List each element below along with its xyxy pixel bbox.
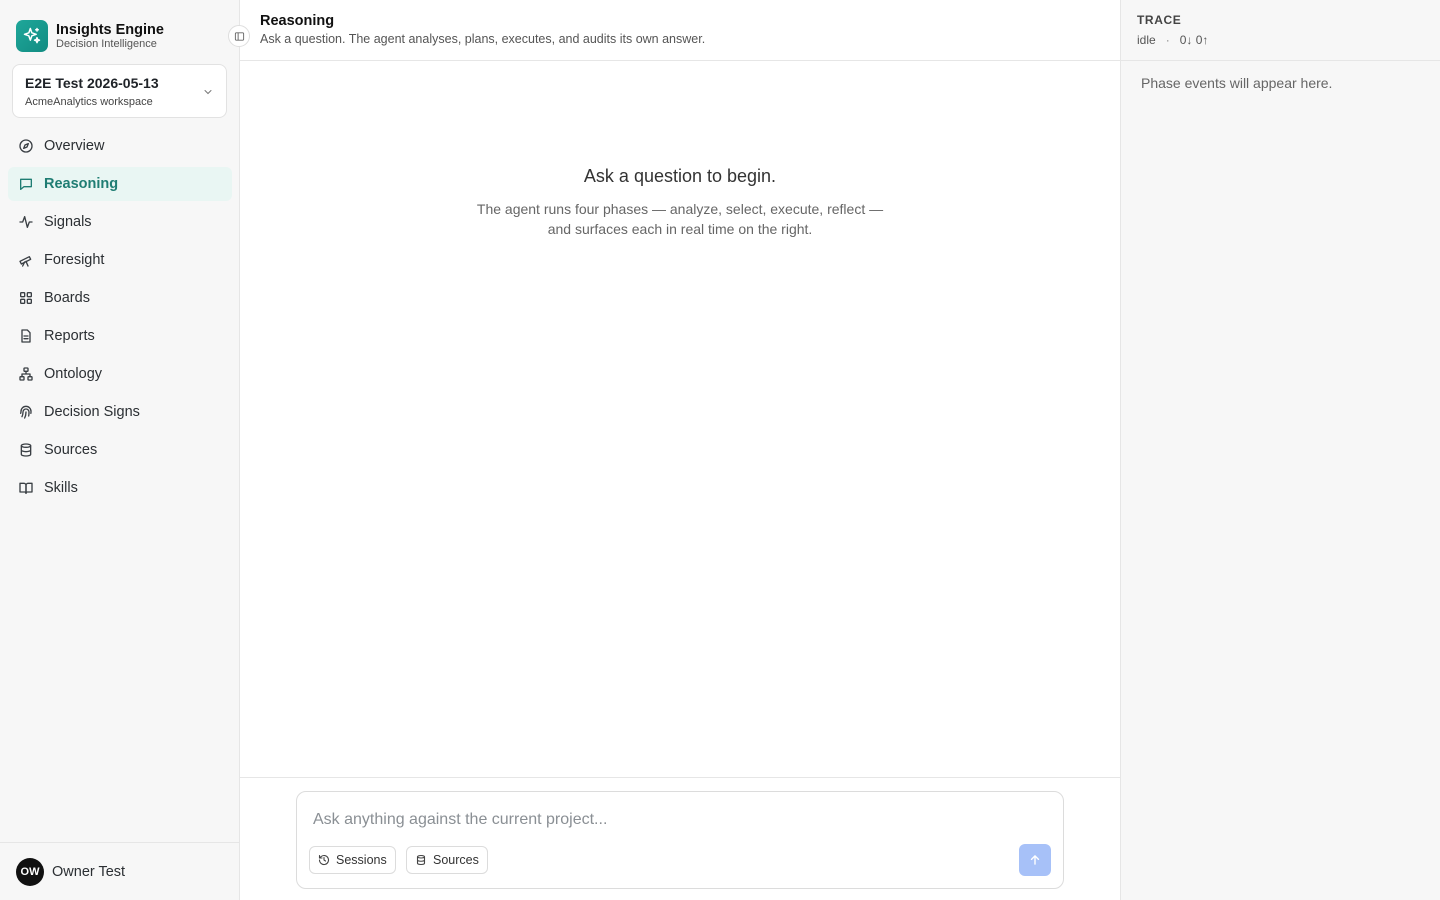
send-button[interactable]	[1019, 844, 1051, 876]
telescope-icon	[18, 252, 34, 268]
document-icon	[18, 328, 34, 344]
sidebar-item-foresight[interactable]: Foresight	[8, 243, 232, 277]
trace-meta: idle · 0↓ 0↑	[1137, 33, 1424, 47]
empty-state-title: Ask a question to begin.	[583, 166, 777, 186]
sparkle-icon	[16, 20, 48, 52]
empty-state-description: The agent runs four phases — analyze, se…	[240, 199, 1120, 239]
book-icon	[18, 480, 34, 496]
sidebar-item-reports[interactable]: Reports	[8, 319, 232, 353]
trace-empty-message: Phase events will appear here.	[1141, 75, 1333, 91]
sidebar-item-label: Reasoning	[44, 176, 119, 192]
sidebar-item-label: Foresight	[44, 252, 105, 268]
workspace-switcher[interactable]: E2E Test 2026-05-13 AcmeAnalytics worksp…	[12, 64, 227, 118]
fingerprint-icon	[18, 404, 34, 420]
sidebar-item-sources[interactable]: Sources	[8, 433, 232, 467]
brand-subtitle: Decision Intelligence	[56, 38, 157, 51]
network-icon	[18, 366, 34, 382]
chevron-down-icon	[202, 85, 214, 103]
history-icon	[318, 854, 330, 866]
compass-icon	[18, 138, 34, 154]
sidebar-item-label: Signals	[44, 214, 92, 230]
sessions-button[interactable]: Sessions	[309, 846, 396, 874]
empty-state-line: and surfaces each in real time on the ri…	[547, 221, 813, 237]
composer-area: Sessions Sources	[240, 777, 1120, 900]
sidebar-item-ontology[interactable]: Ontology	[8, 357, 232, 391]
user-menu[interactable]: OW Owner Test	[0, 842, 239, 900]
brand[interactable]: Insights Engine Decision Intelligence	[16, 20, 164, 52]
sidebar-item-label: Ontology	[44, 366, 103, 382]
sidebar-collapse-button[interactable]	[228, 25, 250, 47]
arrow-up-icon	[1028, 853, 1042, 867]
brand-name: Insights Engine	[56, 21, 164, 38]
sidebar-item-skills[interactable]: Skills	[8, 471, 232, 505]
sessions-label: Sessions	[336, 853, 387, 867]
workspace-subtitle: AcmeAnalytics workspace	[25, 96, 153, 108]
activity-icon	[18, 214, 34, 230]
sidebar-item-decision-signs[interactable]: Decision Signs	[8, 395, 232, 429]
sidebar-item-label: Decision Signs	[44, 404, 140, 420]
sidebar-item-overview[interactable]: Overview	[8, 129, 232, 163]
trace-separator: ·	[1165, 33, 1170, 47]
page-subtitle: Ask a question. The agent analyses, plan…	[260, 32, 706, 46]
panel-left-icon	[234, 31, 245, 42]
page-title: Reasoning	[260, 13, 335, 29]
sidebar-item-signals[interactable]: Signals	[8, 205, 232, 239]
database-icon	[415, 854, 427, 866]
sources-button[interactable]: Sources	[406, 846, 488, 874]
trace-header: TRACE idle · 0↓ 0↑	[1121, 0, 1440, 61]
empty-state-line: The agent runs four phases — analyze, se…	[476, 201, 884, 217]
page-header: Reasoning Ask a question. The agent anal…	[240, 0, 1120, 61]
sidebar-item-boards[interactable]: Boards	[8, 281, 232, 315]
grid-icon	[18, 290, 34, 306]
user-name: Owner Test	[52, 863, 126, 880]
sidebar-item-label: Skills	[44, 480, 78, 496]
avatar: OW	[16, 857, 44, 886]
sidebar-item-label: Reports	[44, 328, 95, 344]
trace-status: idle	[1137, 33, 1156, 47]
trace-title: TRACE	[1137, 13, 1182, 27]
sidebar-item-label: Sources	[44, 442, 98, 458]
composer: Sessions Sources	[296, 791, 1064, 889]
database-icon	[18, 442, 34, 458]
sidebar-item-label: Overview	[44, 138, 105, 154]
question-input[interactable]	[313, 808, 1033, 832]
sidebar-item-reasoning[interactable]: Reasoning	[8, 167, 232, 201]
sidebar: Insights Engine Decision Intelligence E2…	[0, 0, 240, 900]
empty-state: Ask a question to begin. The agent runs …	[240, 166, 1120, 239]
workspace-name: E2E Test 2026-05-13	[25, 75, 159, 91]
trace-panel: TRACE idle · 0↓ 0↑ Phase events will app…	[1120, 0, 1440, 900]
sources-label: Sources	[433, 853, 479, 867]
sidebar-nav: Overview Reasoning Signals Foresight Boa…	[8, 129, 232, 509]
message-icon	[18, 176, 34, 192]
trace-counts: 0↓ 0↑	[1179, 33, 1209, 47]
sidebar-item-label: Boards	[44, 290, 90, 306]
